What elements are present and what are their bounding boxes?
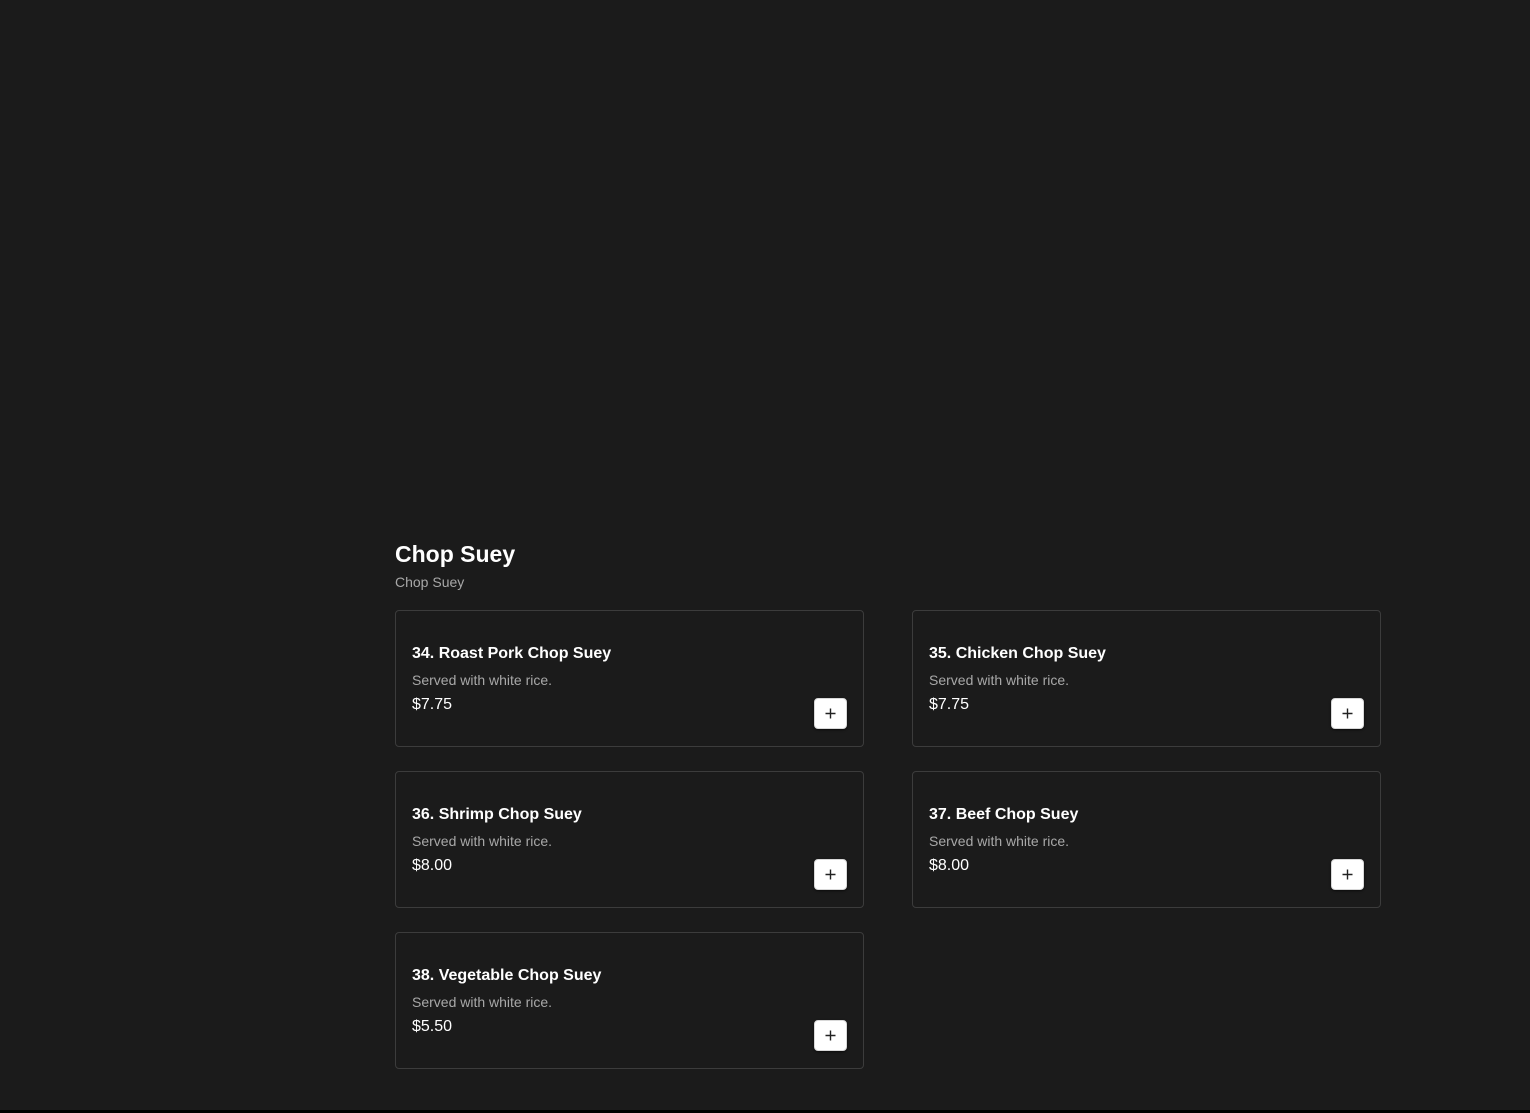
menu-item-description: Served with white rice.	[929, 672, 1070, 688]
menu-item-card[interactable]: 37. Beef Chop Suey Served with white ric…	[912, 771, 1381, 908]
plus-icon	[825, 1030, 836, 1041]
menu-item-price: $7.75	[929, 696, 970, 713]
add-to-cart-button[interactable]	[814, 859, 847, 890]
add-to-cart-button[interactable]	[814, 1020, 847, 1051]
menu-item-description: Served with white rice.	[412, 994, 553, 1010]
plus-icon	[1342, 708, 1353, 719]
section-subtitle: Chop Suey	[395, 574, 465, 590]
menu-item-name: 36. Shrimp Chop Suey	[412, 806, 582, 823]
menu-item-card[interactable]: 35. Chicken Chop Suey Served with white …	[912, 610, 1381, 747]
menu-item-description: Served with white rice.	[929, 833, 1070, 849]
menu-item-price: $7.75	[412, 696, 453, 713]
add-to-cart-button[interactable]	[1331, 698, 1364, 729]
plus-icon	[1342, 869, 1353, 880]
menu-item-name: 37. Beef Chop Suey	[929, 806, 1079, 823]
menu-item-name: 38. Vegetable Chop Suey	[412, 967, 602, 984]
menu-item-price: $8.00	[412, 857, 453, 874]
menu-item-description: Served with white rice.	[412, 833, 553, 849]
menu-item-card[interactable]: 36. Shrimp Chop Suey Served with white r…	[395, 771, 864, 908]
section-title: Chop Suey	[395, 541, 516, 567]
menu-item-price: $5.50	[412, 1018, 453, 1035]
menu-item-card[interactable]: 34. Roast Pork Chop Suey Served with whi…	[395, 610, 864, 747]
menu-item-card[interactable]: 38. Vegetable Chop Suey Served with whit…	[395, 932, 864, 1069]
plus-icon	[825, 708, 836, 719]
menu-item-description: Served with white rice.	[412, 672, 553, 688]
menu-item-name: 35. Chicken Chop Suey	[929, 645, 1106, 662]
menu-section-chop-suey: Chop Suey Chop Suey 34. Roast Pork Chop …	[395, 540, 1381, 1069]
menu-item-name: 34. Roast Pork Chop Suey	[412, 645, 612, 662]
menu-item-price: $8.00	[929, 857, 970, 874]
add-to-cart-button[interactable]	[1331, 859, 1364, 890]
menu-item-grid: 34. Roast Pork Chop Suey Served with whi…	[395, 610, 1381, 1069]
add-to-cart-button[interactable]	[814, 698, 847, 729]
plus-icon	[825, 869, 836, 880]
